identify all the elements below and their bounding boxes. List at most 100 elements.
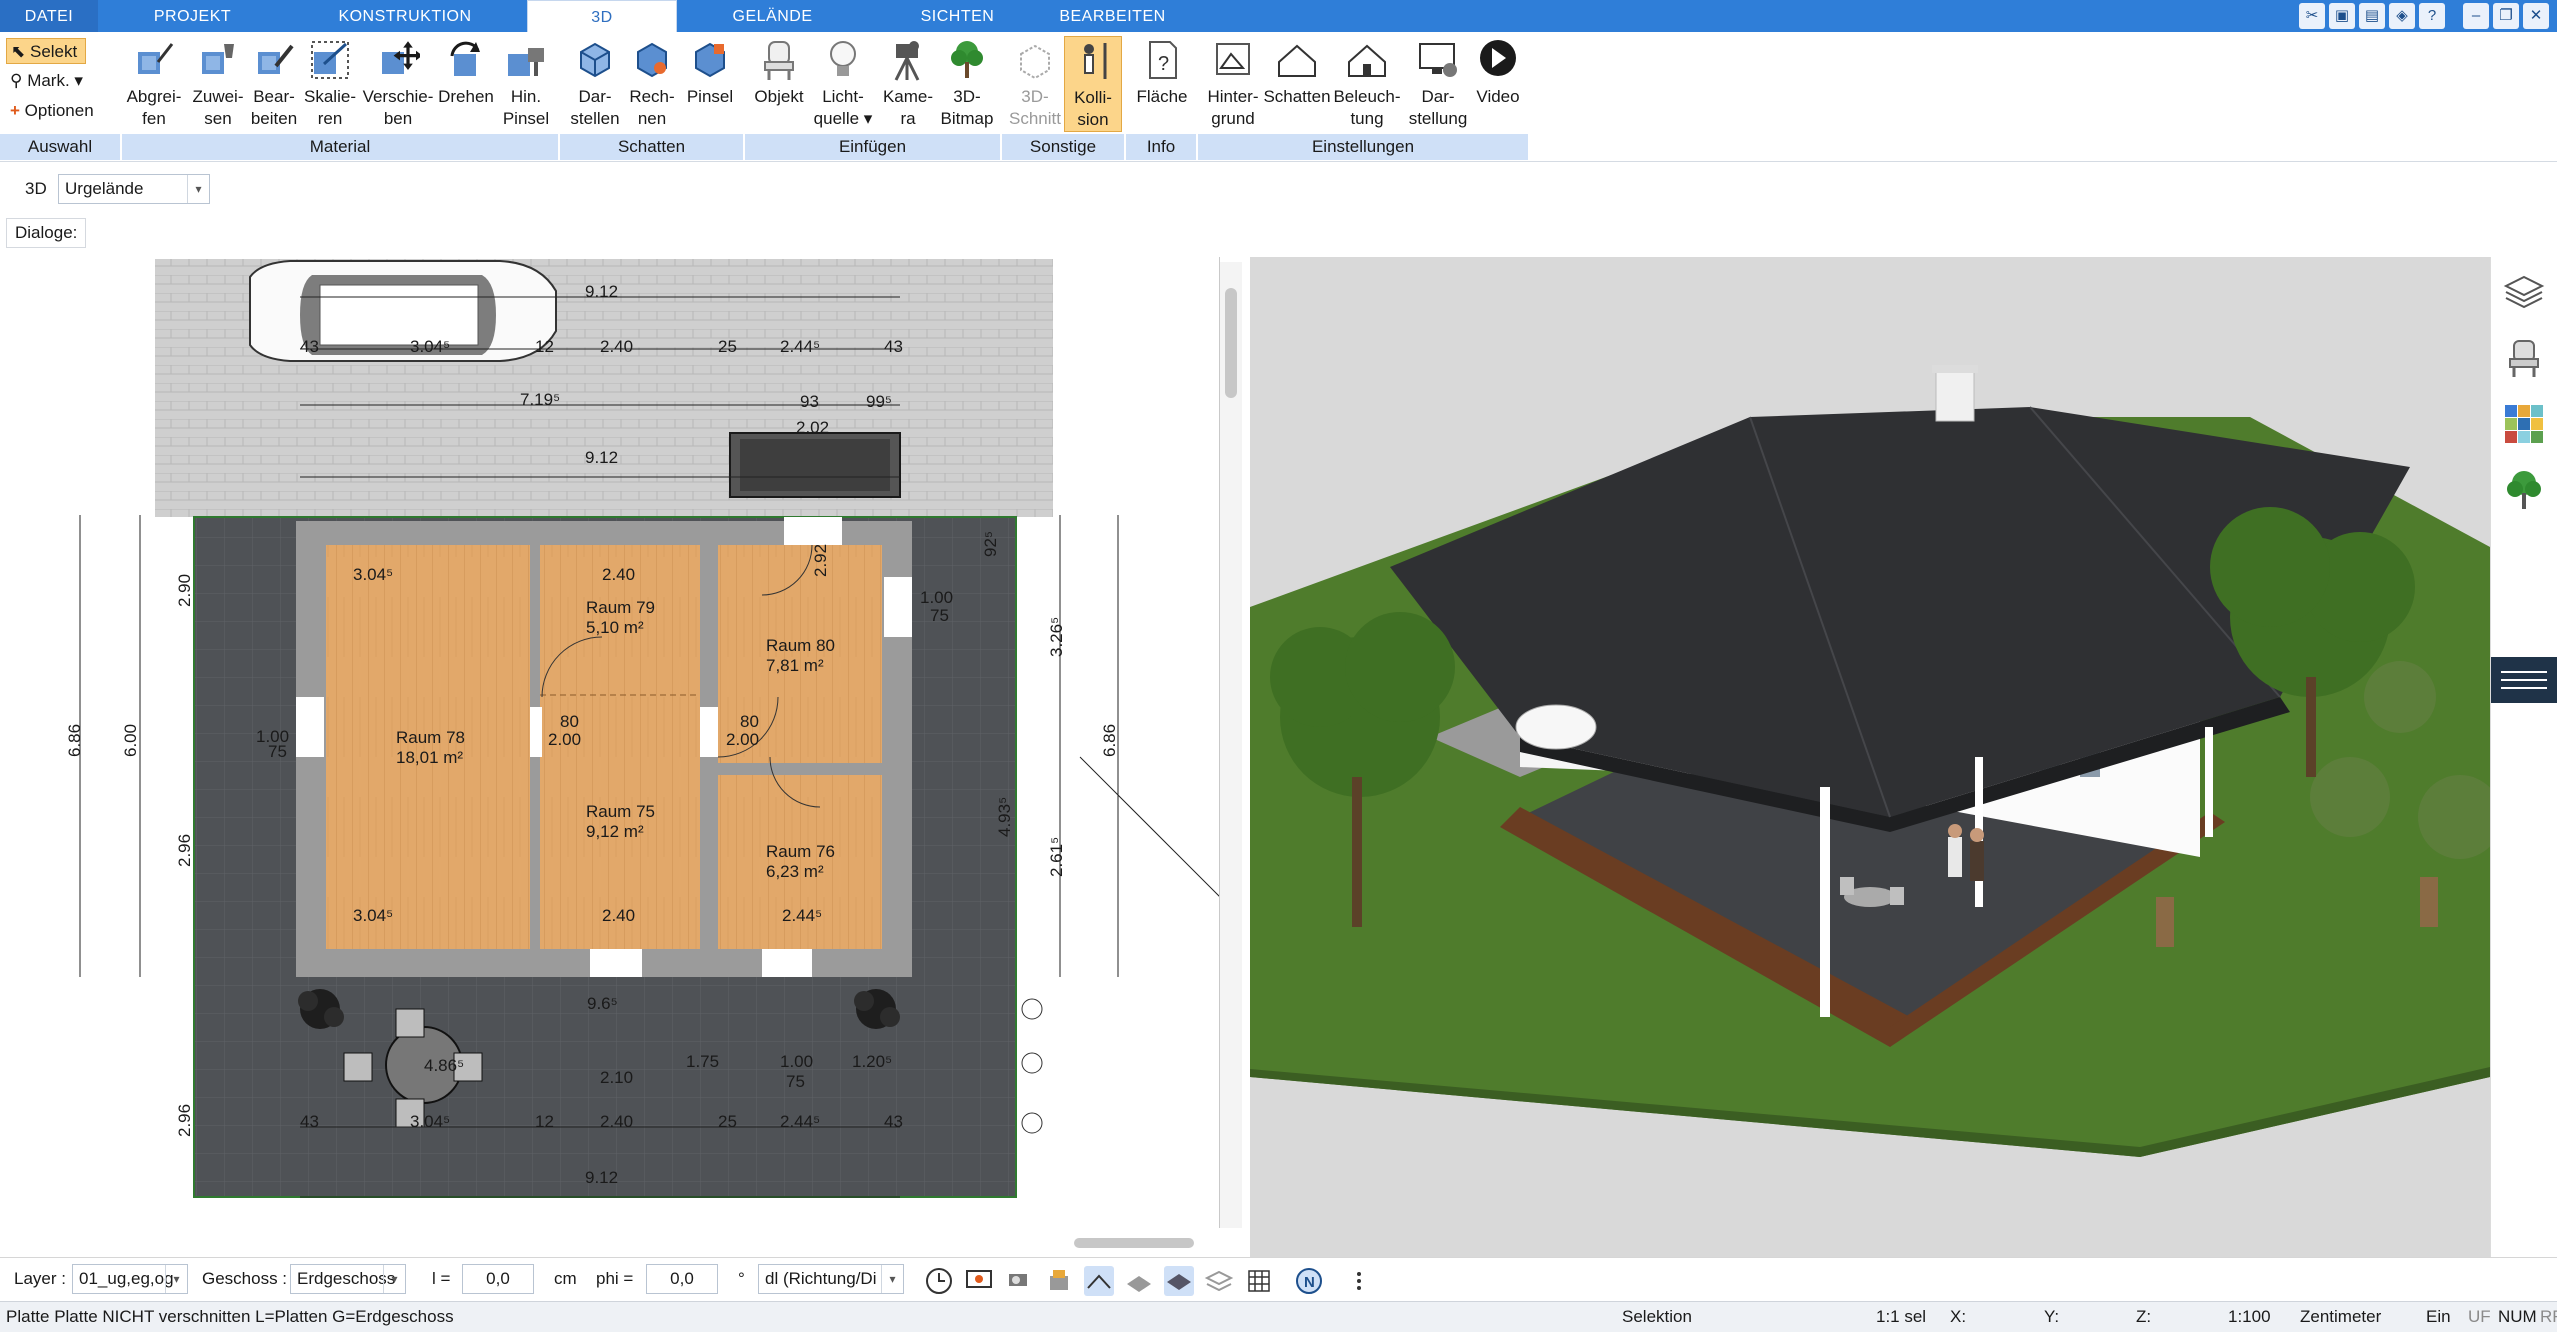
direction-select[interactable]: dl (Richtung/Di ▾	[758, 1264, 904, 1294]
flaeche-button[interactable]: ? Fläche	[1130, 36, 1194, 108]
3d-view[interactable]	[1250, 257, 2490, 1257]
bearbeiten-button[interactable]: Bear-beiten	[242, 36, 306, 130]
room-79-name: Raum 79	[586, 598, 655, 617]
schatten-darstellen-button[interactable]: Dar-stellen	[563, 36, 627, 130]
geschoss-select[interactable]: Erdgeschoss ▾	[290, 1264, 406, 1294]
phi-input[interactable]: 0,0	[646, 1264, 718, 1294]
skalieren-label-1: Skalie-	[304, 87, 356, 106]
person-collision-icon	[1084, 43, 1107, 79]
abgreifen-button[interactable]: Abgrei-fen	[122, 36, 186, 130]
hin-pinsel-button[interactable]: Hin. Pinsel	[494, 36, 558, 130]
schatten-einstellung-button[interactable]: Schatten	[1262, 36, 1332, 108]
schatten-einstellung-label: Schatten	[1263, 87, 1331, 106]
folder-icon[interactable]: ▣	[2329, 3, 2355, 29]
plate-icon[interactable]	[1164, 1266, 1194, 1296]
save-icon[interactable]: ▤	[2359, 3, 2385, 29]
layer-select[interactable]: 01_ug,eg,og ▾	[72, 1264, 188, 1294]
tab-3d[interactable]: 3D	[527, 0, 677, 32]
lichtquelle-button[interactable]: Licht-quelle ▾	[810, 36, 876, 130]
dim-3045-c: 3.04⁵	[410, 1112, 450, 1131]
brush-icon	[508, 48, 544, 76]
3d-bitmap-label-2: Bitmap	[940, 109, 994, 128]
verschieben-button[interactable]: Verschie-ben	[358, 36, 438, 130]
objekt-button[interactable]: Objekt	[747, 36, 811, 108]
tab-sichten[interactable]: SICHTEN	[895, 0, 1020, 32]
rotate-icon	[450, 41, 480, 76]
skalieren-button[interactable]: Skalie-ren	[298, 36, 362, 130]
status-ein: Ein	[2426, 1307, 2451, 1326]
hintergrund-button[interactable]: Hinter-grund	[1200, 36, 1266, 130]
print-icon[interactable]	[1044, 1266, 1074, 1296]
minimize-icon[interactable]: –	[2463, 3, 2489, 29]
group-info: Info	[1126, 134, 1196, 160]
dim-75-bot: 75	[786, 1072, 805, 1091]
area-info-icon: ?	[1149, 41, 1177, 79]
plants-icon[interactable]	[2503, 469, 2545, 511]
camera-walk-icon[interactable]	[1004, 1266, 1034, 1296]
north-icon[interactable]: N	[1294, 1266, 1324, 1296]
selekt-button[interactable]: ⬉ Selekt	[6, 38, 86, 64]
grid-icon[interactable]	[1244, 1266, 1274, 1296]
kollision-button[interactable]: Kolli-sion	[1064, 36, 1122, 132]
tab-projekt[interactable]: PROJEKT	[130, 0, 255, 32]
more-options-icon[interactable]	[1344, 1266, 1374, 1296]
kamera-button[interactable]: Kame-ra	[876, 36, 940, 130]
tab-datei[interactable]: DATEI	[0, 0, 98, 32]
beleuchtung-button[interactable]: Beleuch-tung	[1330, 36, 1404, 130]
tab-konstruktion[interactable]: KONSTRUKTION	[320, 0, 490, 32]
dim-75-right: 75	[930, 606, 949, 625]
help-icon[interactable]: ?	[2419, 3, 2445, 29]
kollision-label-1: Kolli-	[1074, 88, 1112, 107]
dim-200-a: 2.00	[548, 730, 581, 749]
group-schatten: Schatten	[560, 134, 743, 160]
roof-tiles-icon[interactable]	[1124, 1266, 1154, 1296]
materials-icon[interactable]	[2503, 403, 2545, 445]
darstellung-button[interactable]: Dar-stellung	[1402, 36, 1474, 130]
layer-label: Layer :	[14, 1269, 66, 1288]
furniture-icon[interactable]	[2503, 337, 2545, 379]
room-80-name: Raum 80	[766, 636, 835, 655]
roof-line-icon[interactable]	[1084, 1266, 1114, 1296]
floor-plan-view[interactable]: 9.12 43 3.04⁵ 12 2.40 25 2.44⁵ 43 7.19⁵ …	[0, 257, 1220, 1229]
plan-horizontal-scrollbar[interactable]	[0, 1228, 1220, 1254]
skalieren-label-2: ren	[317, 109, 343, 128]
palette-icon[interactable]: ◈	[2389, 3, 2415, 29]
plus-icon: +	[10, 101, 20, 120]
chevron-down-icon: ▾	[881, 1265, 903, 1293]
abgreifen-label-2: fen	[142, 109, 166, 128]
drehen-button[interactable]: Drehen	[434, 36, 498, 108]
plan-vscroll-thumb[interactable]	[1225, 288, 1237, 398]
3d-schnitt-button[interactable]: 3D- Schnitt	[1005, 36, 1065, 130]
length-input[interactable]: 0,0	[462, 1264, 534, 1294]
layers-stack-icon[interactable]	[1204, 1266, 1234, 1296]
tab-bearbeiten[interactable]: BEARBEITEN	[1050, 0, 1175, 32]
schatten-rechnen-button[interactable]: Rech-nen	[620, 36, 684, 130]
tab-gelaende[interactable]: GELÄNDE	[710, 0, 835, 32]
beleuchtung-label-2: tung	[1350, 109, 1384, 128]
zuweisen-button[interactable]: Zuwei-sen	[186, 36, 250, 130]
status-sel: 1:1 sel	[1876, 1307, 1927, 1326]
monitor-icon[interactable]	[964, 1266, 994, 1296]
status-selektion: Selektion	[1622, 1307, 1692, 1326]
terrain-select[interactable]: Urgelände ▾	[58, 174, 210, 204]
dim-80-a: 80	[560, 712, 579, 731]
hin-pinsel-label-2: Pinsel	[502, 109, 550, 128]
layers-icon[interactable]	[2503, 271, 2545, 313]
video-button[interactable]: Video	[1466, 36, 1530, 108]
room-78[interactable]	[326, 545, 530, 949]
restore-icon[interactable]: ❐	[2493, 3, 2519, 29]
clock-icon[interactable]	[924, 1266, 954, 1296]
dim-100-bot: 1.00	[780, 1052, 813, 1071]
layer-value: 01_ug,eg,og	[79, 1269, 174, 1288]
plan-vertical-scrollbar[interactable]	[1220, 262, 1242, 1228]
3d-bitmap-button[interactable]: 3D- Bitmap	[932, 36, 1002, 130]
schatten-pinsel-button[interactable]: Pinsel	[678, 36, 742, 108]
close-icon[interactable]: ✕	[2523, 3, 2549, 29]
mark-button[interactable]: ⚲ Mark. ▾	[6, 68, 83, 94]
chevron-down-icon: ▾	[383, 1265, 405, 1293]
tools-icon[interactable]: ✂	[2299, 3, 2325, 29]
optionen-button[interactable]: + Optionen	[6, 98, 94, 124]
panel-menu-button[interactable]	[2491, 657, 2557, 703]
lichtquelle-label-2: quelle	[813, 109, 860, 128]
plan-hscroll-thumb[interactable]	[1074, 1238, 1194, 1248]
